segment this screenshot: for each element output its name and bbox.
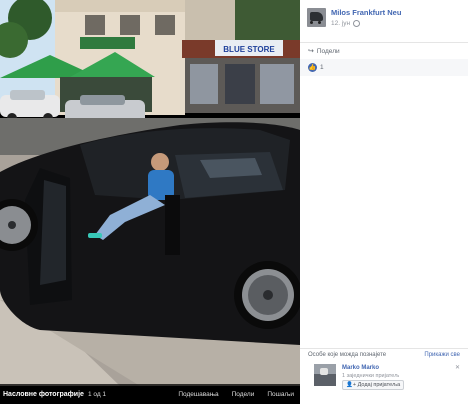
add-friend-label: Додај пријатеља bbox=[357, 382, 401, 388]
add-friend-button[interactable]: 👤+ Додај пријатеља bbox=[342, 380, 405, 390]
side-panel: Milos Frankfurt Neu 12. јун ↪ Подели 👍 1… bbox=[300, 0, 468, 404]
pymk-header: Особе које можда познајете Прикажи све bbox=[308, 352, 460, 358]
close-icon[interactable]: ✕ bbox=[455, 364, 460, 371]
globe-icon bbox=[352, 20, 360, 27]
svg-text:BLUE STORE: BLUE STORE bbox=[223, 45, 275, 54]
photo-viewer: BLUE STORE Насловне фотографије 1 од 1 П… bbox=[0, 0, 300, 404]
post-author-header: Milos Frankfurt Neu 12. јун bbox=[307, 8, 401, 27]
share-label: Подели bbox=[316, 47, 340, 55]
viewer-actions: Подешавања Подели Пошаљи bbox=[178, 391, 294, 398]
tag-photo-button[interactable]: Подешавања bbox=[178, 391, 218, 398]
pymk-mutual-friends[interactable]: 1 заједнички пријатељ bbox=[342, 373, 399, 379]
like-icon: 👍 bbox=[308, 63, 317, 72]
divider bbox=[300, 348, 468, 349]
pymk-card: Marko Marko 1 заједнички пријатељ 👤+ Дод… bbox=[306, 361, 462, 393]
post-date-text[interactable]: 12. јун bbox=[331, 20, 350, 27]
viewer-share-button[interactable]: Подели bbox=[232, 391, 255, 398]
add-friend-icon: 👤+ bbox=[346, 382, 357, 388]
photo-count: 1 од 1 bbox=[87, 390, 107, 398]
pymk-heading: Особе које можда познајете bbox=[308, 352, 387, 358]
pymk-name[interactable]: Marko Marko bbox=[342, 365, 379, 371]
divider bbox=[300, 42, 468, 43]
post-date[interactable]: 12. јун bbox=[331, 20, 401, 27]
pymk-avatar[interactable] bbox=[314, 364, 336, 386]
pymk-see-all-link[interactable]: Прикажи све bbox=[424, 352, 460, 358]
like-count[interactable]: 1 bbox=[320, 64, 324, 71]
photo-viewer-bar: Насловне фотографије 1 од 1 Подешавања П… bbox=[0, 384, 300, 404]
reactions-bar: 👍 1 bbox=[300, 59, 468, 76]
share-action[interactable]: ↪ Подели bbox=[308, 47, 340, 56]
share-arrow-icon: ↪ bbox=[308, 48, 314, 55]
viewer-send-button[interactable]: Пошаљи bbox=[267, 391, 294, 398]
album-title[interactable]: Насловне фотографије bbox=[3, 391, 84, 398]
author-name[interactable]: Milos Frankfurt Neu bbox=[331, 8, 401, 17]
author-avatar[interactable] bbox=[307, 8, 326, 27]
cover-photo[interactable]: BLUE STORE bbox=[0, 0, 300, 386]
store-sign: BLUE STORE bbox=[223, 45, 275, 54]
